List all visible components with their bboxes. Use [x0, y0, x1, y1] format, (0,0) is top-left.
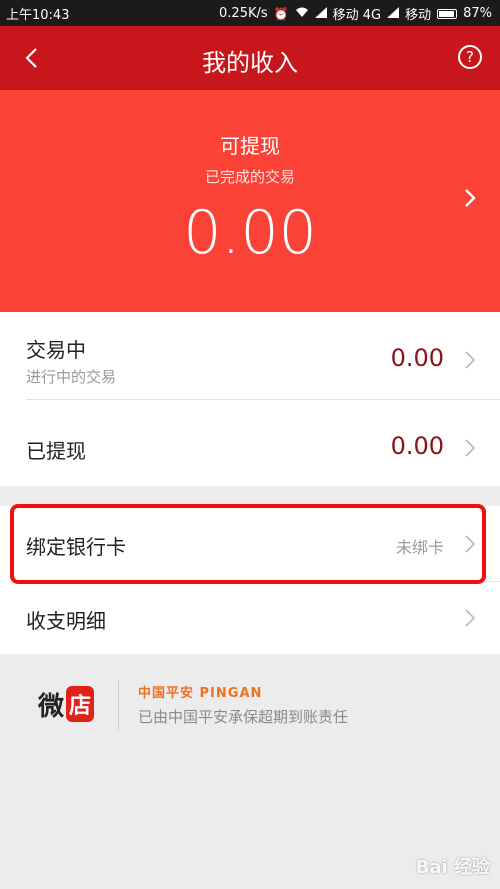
- logo-wei: 微: [38, 691, 65, 722]
- row-details[interactable]: 收支明细: [0, 582, 500, 654]
- alarm-icon: ⏰: [273, 6, 289, 21]
- pingan-guarantee-text: 已由中国平安承保超期到账责任: [138, 708, 349, 726]
- trading-amount: 0.00: [390, 344, 444, 372]
- nav-bar: 我的收入 ?: [0, 26, 500, 90]
- withdrawable-card[interactable]: 可提现 已完成的交易 0.00: [0, 90, 500, 312]
- chevron-right-icon: [465, 439, 476, 457]
- withdrawable-title: 可提现: [220, 134, 280, 158]
- chevron-right-icon: [465, 351, 476, 369]
- details-title: 收支明细: [26, 609, 106, 633]
- carrier-1: 移动 4G: [332, 8, 382, 23]
- status-bar: 上午10:43 0.25K/s ⏰ 移动 4G 移动 87%: [0, 0, 500, 26]
- baidu-watermark: Bai 经验: [415, 857, 490, 878]
- network-speed: 0.25K/s: [219, 6, 268, 21]
- battery-percent: 87%: [463, 6, 492, 21]
- page-title: 我的收入: [202, 49, 298, 77]
- withdrawn-amount: 0.00: [390, 432, 444, 460]
- withdrawable-amount: 0.00: [183, 198, 317, 268]
- withdrawable-subtitle: 已完成的交易: [204, 168, 295, 186]
- trading-title: 交易中: [26, 338, 86, 362]
- row-trading[interactable]: 交易中 进行中的交易 0.00: [0, 312, 500, 400]
- footer: 微 店 中国平安 PINGAN 已由中国平安承保超期到账责任: [0, 670, 500, 740]
- logo-dian: 店: [66, 686, 95, 722]
- chevron-right-icon: [465, 609, 476, 627]
- highlight-box: [10, 504, 486, 584]
- pingan-logo: 中国平安 PINGAN: [138, 686, 263, 701]
- chevron-right-icon: [465, 189, 476, 207]
- footer-divider: [118, 680, 119, 730]
- trading-subtitle: 进行中的交易: [26, 368, 117, 386]
- carrier-2: 移动: [405, 8, 432, 23]
- status-right: 0.25K/s ⏰ 移动 4G 移动 87%: [219, 4, 492, 23]
- status-time: 上午10:43: [6, 8, 70, 23]
- wifi-icon: [295, 7, 309, 21]
- help-icon[interactable]: ?: [458, 45, 482, 69]
- weidian-logo: 微 店: [38, 684, 95, 724]
- signal-icon: [314, 6, 327, 21]
- row-withdrawn[interactable]: 已提现 0.00: [0, 400, 500, 486]
- signal-icon-2: [387, 6, 400, 21]
- battery-icon: [437, 8, 458, 19]
- withdrawn-title: 已提现: [26, 439, 86, 463]
